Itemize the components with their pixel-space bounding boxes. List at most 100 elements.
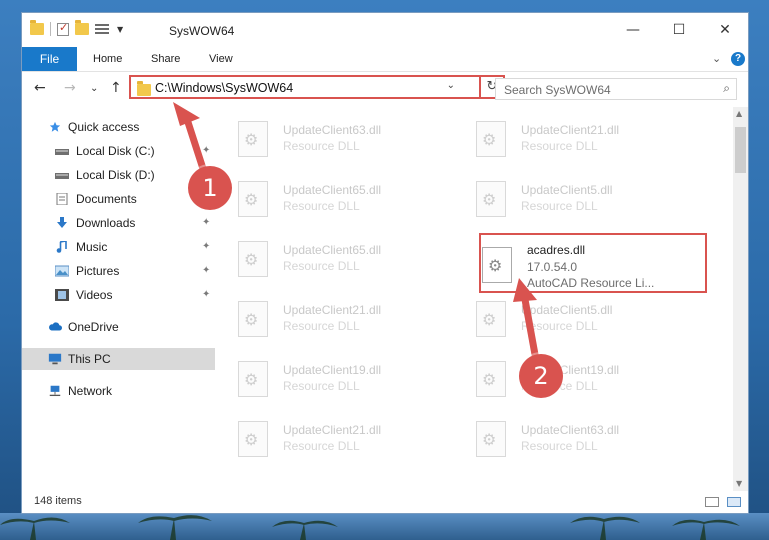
address-path[interactable]: C:\Windows\SysWOW64 bbox=[155, 81, 293, 95]
scroll-up-arrow-icon[interactable]: ▲ bbox=[736, 109, 742, 118]
file-type: Resource DLL bbox=[521, 139, 598, 153]
file-type: Resource DLL bbox=[521, 319, 598, 333]
file-item[interactable]: UpdateClient63.dll Resource DLL bbox=[476, 415, 676, 465]
dll-file-icon bbox=[476, 121, 506, 157]
dll-file-icon bbox=[476, 421, 506, 457]
sidebar-item-label: Music bbox=[76, 240, 108, 254]
vertical-scrollbar[interactable]: ▲ ▼ bbox=[733, 107, 748, 491]
file-item[interactable]: UpdateClient5.dll Resource DLL bbox=[476, 175, 676, 225]
sidebar-item-videos[interactable]: Videos ✦ bbox=[22, 284, 215, 306]
sidebar-item-downloads[interactable]: Downloads ✦ bbox=[22, 212, 215, 234]
sidebar-item-label: Local Disk (C:) bbox=[76, 144, 155, 158]
file-type: Resource DLL bbox=[283, 259, 360, 273]
file-item[interactable]: UpdateClient19.dll Resource DLL bbox=[476, 355, 676, 405]
cloud-icon bbox=[49, 322, 62, 331]
dll-file-icon bbox=[238, 361, 268, 397]
status-bar: 148 items bbox=[22, 491, 748, 513]
search-input[interactable] bbox=[502, 82, 706, 98]
tab-share[interactable]: Share bbox=[151, 47, 180, 71]
sidebar-item-quick-access[interactable]: Quick access bbox=[22, 116, 215, 138]
customize-toolbar-chevron-icon[interactable]: ▼ bbox=[117, 25, 123, 34]
file-item[interactable]: UpdateClient5.dll Resource DLL bbox=[476, 295, 676, 345]
file-list: UpdateClient63.dll Resource DLL UpdateCl… bbox=[215, 107, 733, 491]
sidebar-item-local-disk-c[interactable]: Local Disk (C:) ✦ bbox=[22, 140, 215, 162]
pictures-icon bbox=[55, 265, 69, 277]
tab-home[interactable]: Home bbox=[93, 47, 122, 71]
computer-icon bbox=[48, 353, 62, 365]
sidebar-item-pictures[interactable]: Pictures ✦ bbox=[22, 260, 215, 282]
ribbon-tabs: File Home Share View ⌄ ? bbox=[22, 47, 748, 72]
close-button[interactable]: ✕ bbox=[702, 13, 748, 47]
dll-file-icon bbox=[476, 181, 506, 217]
file-item[interactable]: UpdateClient63.dll Resource DLL bbox=[238, 115, 438, 165]
recent-locations-chevron-icon[interactable]: ⌄ bbox=[90, 83, 98, 94]
tab-view[interactable]: View bbox=[209, 47, 233, 71]
sidebar-item-network[interactable]: Network bbox=[22, 380, 215, 402]
file-type: Resource DLL bbox=[283, 379, 360, 393]
sidebar-item-label: Downloads bbox=[76, 216, 136, 230]
back-button[interactable]: ← bbox=[34, 80, 46, 96]
address-folder-icon bbox=[137, 81, 151, 96]
sidebar-item-label: This PC bbox=[68, 352, 111, 366]
pin-icon: ✦ bbox=[202, 217, 211, 228]
sidebar-item-music[interactable]: Music ✦ bbox=[22, 236, 215, 258]
file-item[interactable]: UpdateClient65.dll Resource DLL bbox=[238, 235, 438, 285]
scrollbar-thumb[interactable] bbox=[735, 127, 746, 173]
search-icon[interactable]: ⌕ bbox=[723, 81, 730, 96]
pin-icon: ✦ bbox=[202, 145, 211, 156]
file-item[interactable]: UpdateClient21.dll Resource DLL bbox=[238, 295, 438, 345]
desktop-background bbox=[0, 513, 769, 540]
title-bar: ▼ SysWOW64 — ☐ ✕ bbox=[22, 13, 748, 47]
address-dropdown-chevron-icon[interactable]: ⌄ bbox=[447, 80, 455, 91]
file-item[interactable]: UpdateClient21.dll Resource DLL bbox=[238, 415, 438, 465]
window-title: SysWOW64 bbox=[169, 24, 235, 38]
sidebar-item-this-pc[interactable]: This PC bbox=[22, 348, 215, 370]
address-bar[interactable]: C:\Windows\SysWOW64 ⌄ bbox=[129, 75, 481, 99]
documents-icon bbox=[56, 193, 68, 205]
sidebar-item-label: Pictures bbox=[76, 264, 120, 278]
toolbar-divider bbox=[50, 22, 51, 36]
navigation-bar: ← → ⌄ ↑ C:\Windows\SysWOW64 ⌄ ↻ ⌕ bbox=[22, 71, 748, 107]
minimize-button[interactable]: — bbox=[610, 13, 656, 47]
sidebar-item-label: Quick access bbox=[68, 120, 140, 134]
properties-check-icon[interactable] bbox=[57, 21, 69, 36]
up-button[interactable]: ↑ bbox=[110, 80, 122, 96]
step-1-callout: 1 bbox=[188, 166, 232, 210]
file-type: Resource DLL bbox=[283, 439, 360, 453]
sidebar-item-documents[interactable]: Documents bbox=[22, 188, 215, 210]
sidebar-item-local-disk-d[interactable]: Local Disk (D:) bbox=[22, 164, 215, 186]
file-highlight-box bbox=[479, 233, 707, 293]
tab-file[interactable]: File bbox=[22, 47, 77, 71]
details-view-icon[interactable] bbox=[705, 497, 719, 507]
file-name: UpdateClient63.dll bbox=[283, 123, 382, 137]
explorer-window: ▼ SysWOW64 — ☐ ✕ File Home Share View ⌄ … bbox=[21, 12, 749, 514]
sidebar-item-label: Network bbox=[68, 384, 113, 398]
expand-ribbon-chevron-icon[interactable]: ⌄ bbox=[712, 52, 721, 65]
maximize-button[interactable]: ☐ bbox=[656, 13, 702, 47]
pin-icon: ✦ bbox=[202, 289, 211, 300]
pin-icon: ✦ bbox=[202, 265, 211, 276]
dll-file-icon bbox=[238, 181, 268, 217]
search-box[interactable]: ⌕ bbox=[495, 78, 737, 100]
scroll-down-arrow-icon[interactable]: ▼ bbox=[736, 479, 742, 488]
file-item[interactable]: UpdateClient65.dll Resource DLL bbox=[238, 175, 438, 225]
file-name: UpdateClient21.dll bbox=[283, 423, 382, 437]
navigation-pane: Quick access Local Disk (C:) ✦ Local Dis… bbox=[22, 107, 215, 491]
file-name: UpdateClient19.dll bbox=[283, 363, 382, 377]
drive-icon bbox=[55, 149, 69, 155]
sidebar-item-label: Local Disk (D:) bbox=[76, 168, 155, 182]
file-item[interactable]: UpdateClient19.dll Resource DLL bbox=[238, 355, 438, 405]
music-icon bbox=[56, 241, 67, 253]
sidebar-item-onedrive[interactable]: OneDrive bbox=[22, 316, 215, 338]
forward-button[interactable]: → bbox=[64, 80, 76, 96]
download-icon bbox=[57, 217, 67, 228]
file-name: UpdateClient63.dll bbox=[521, 423, 620, 437]
help-icon[interactable]: ? bbox=[731, 52, 745, 66]
dll-file-icon bbox=[238, 301, 268, 337]
file-item[interactable]: UpdateClient21.dll Resource DLL bbox=[476, 115, 676, 165]
list-properties-icon[interactable] bbox=[95, 23, 111, 35]
palm-trees-image bbox=[0, 515, 740, 540]
dll-file-icon bbox=[476, 301, 506, 337]
new-folder-icon[interactable] bbox=[75, 20, 89, 35]
tiles-view-icon[interactable] bbox=[727, 497, 741, 507]
